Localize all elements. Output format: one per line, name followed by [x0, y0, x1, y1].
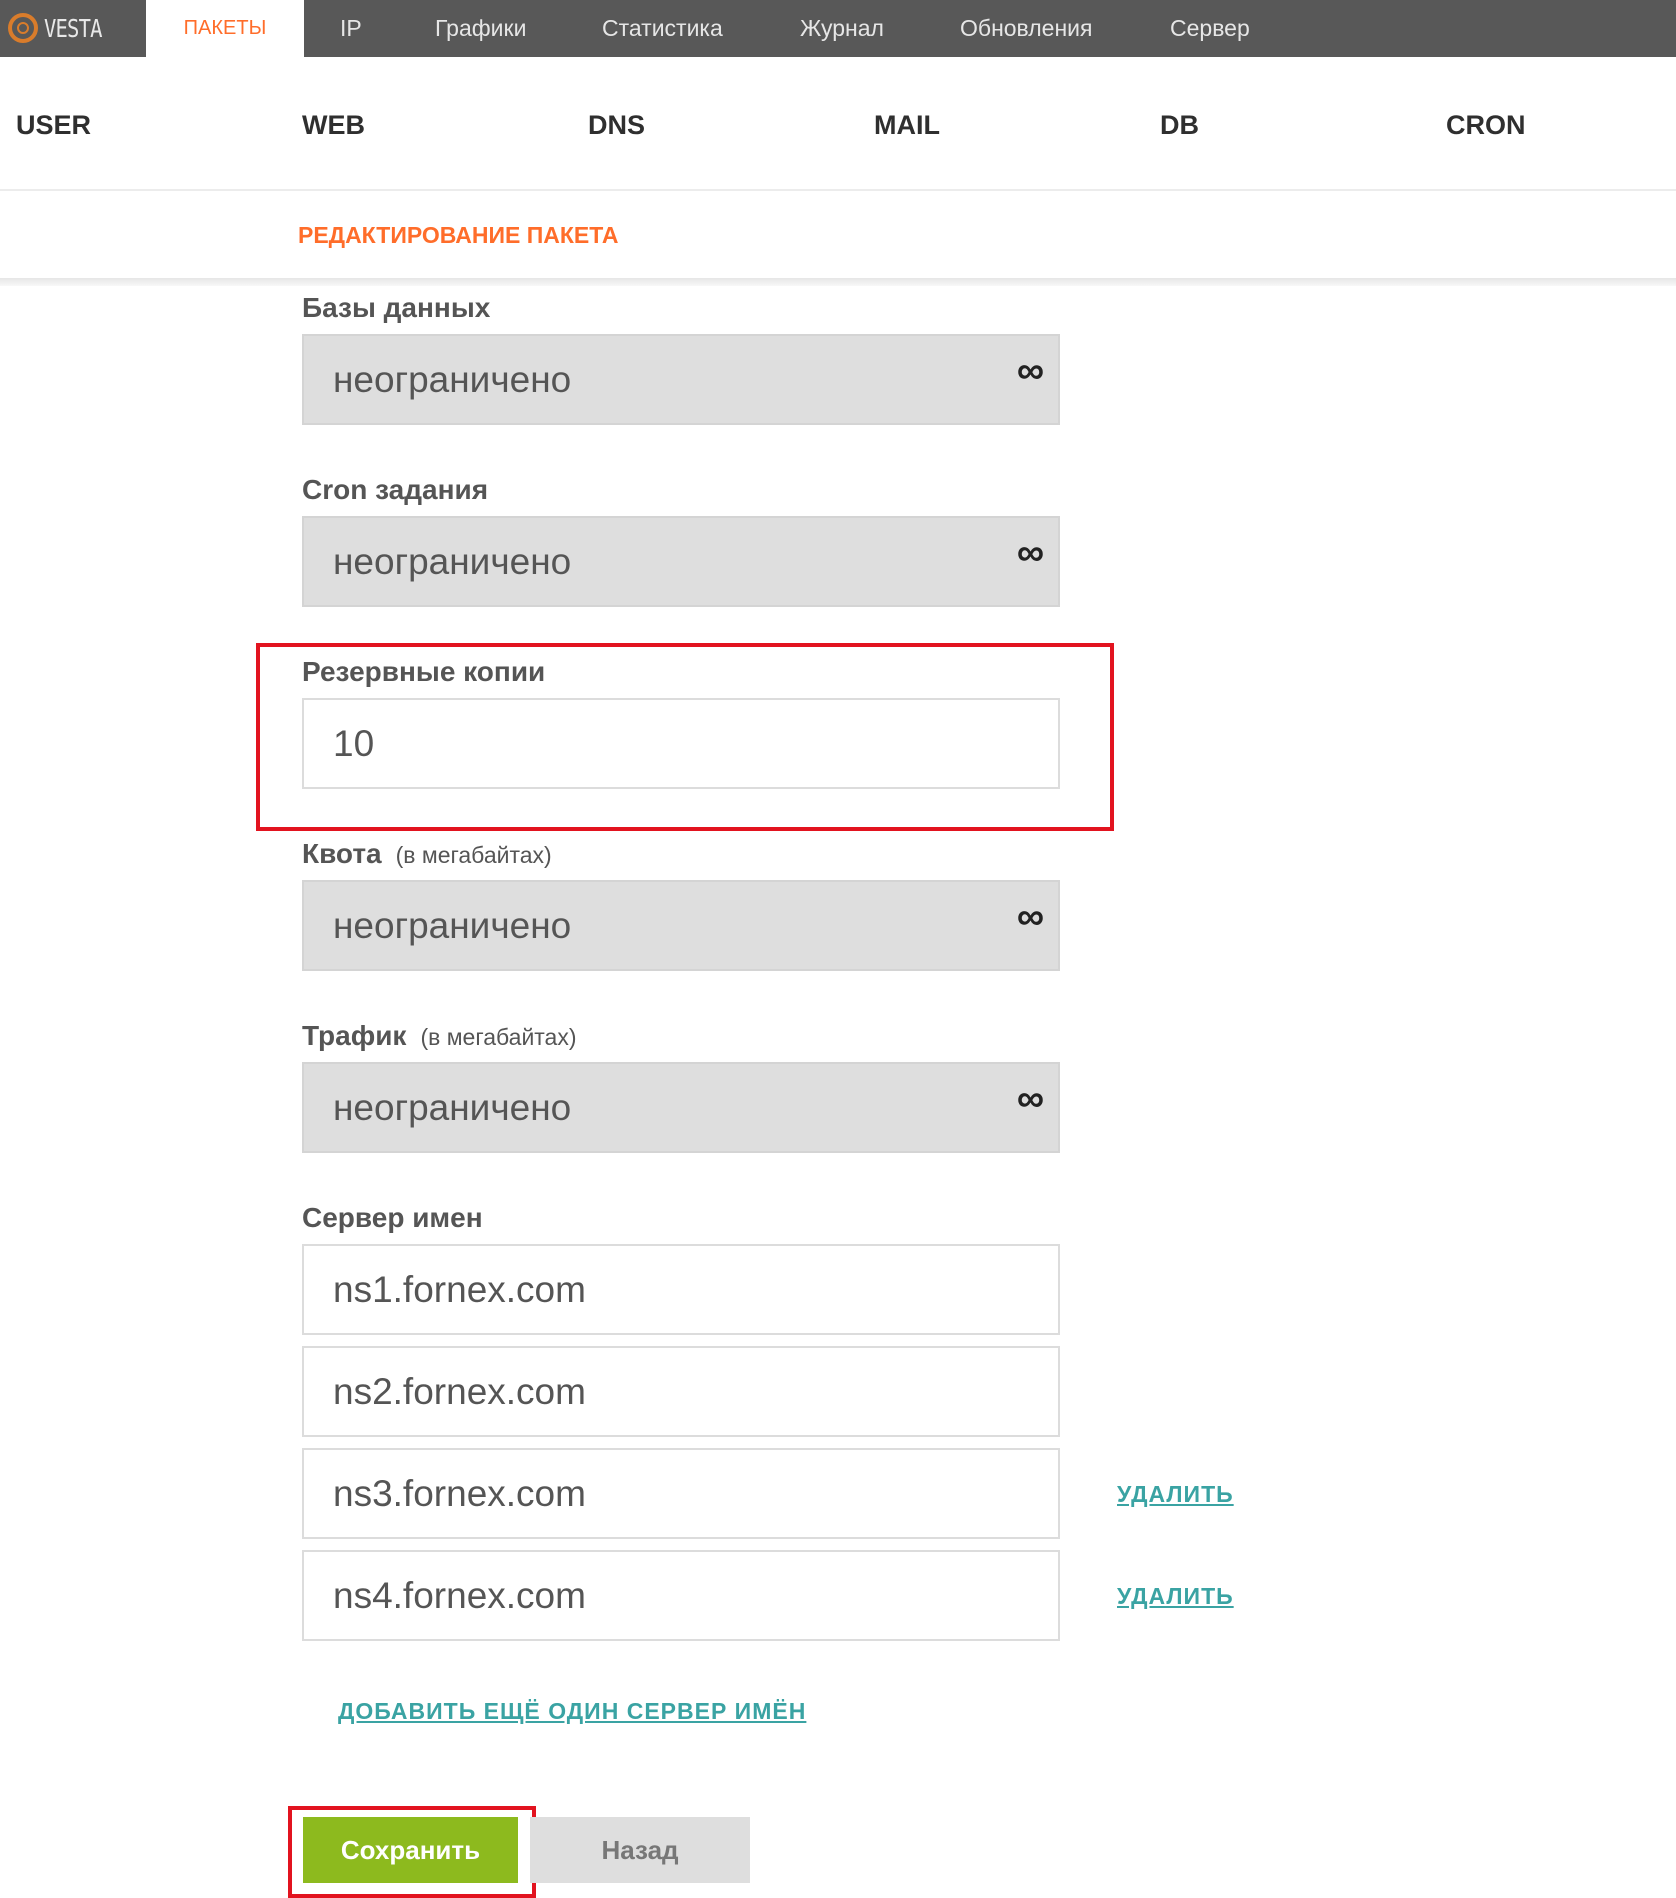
- nameserver-input-1[interactable]: ns1.fornex.com: [302, 1244, 1060, 1335]
- subnav-web[interactable]: WEB: [302, 110, 365, 141]
- save-button[interactable]: Сохранить: [303, 1817, 518, 1883]
- cron-field[interactable]: неограничено ∞: [302, 516, 1060, 607]
- nameserver-value: ns4.fornex.com: [333, 1574, 586, 1616]
- quota-hint: (в мегабайтах): [395, 842, 552, 868]
- unlimited-icon[interactable]: ∞: [1017, 532, 1044, 575]
- unlimited-icon[interactable]: ∞: [1017, 350, 1044, 393]
- unlimited-icon[interactable]: ∞: [1017, 896, 1044, 939]
- vesta-logo[interactable]: VESTA: [8, 8, 114, 48]
- subnav-user[interactable]: USER: [16, 110, 91, 141]
- cron-label: Cron задания: [302, 474, 489, 505]
- quota-field[interactable]: неограничено ∞: [302, 880, 1060, 971]
- top-bar: VESTA ПАКЕТЫ IP Графики Статистика Журна…: [0, 0, 1676, 57]
- remove-nameserver-4-link[interactable]: УДАЛИТЬ: [1117, 1583, 1234, 1610]
- traffic-field[interactable]: неограничено ∞: [302, 1062, 1060, 1153]
- remove-nameserver-3-link[interactable]: УДАЛИТЬ: [1117, 1481, 1234, 1508]
- databases-value: неограничено: [333, 358, 572, 400]
- nav-ip[interactable]: IP: [340, 0, 362, 57]
- nameserver-input-3[interactable]: ns3.fornex.com: [302, 1448, 1060, 1539]
- subnav-cron[interactable]: CRON: [1446, 110, 1526, 141]
- nav-server[interactable]: Сервер: [1170, 0, 1250, 57]
- quota-value: неограничено: [333, 904, 572, 946]
- subnav-divider: [0, 189, 1676, 191]
- nameserver-input-2[interactable]: ns2.fornex.com: [302, 1346, 1060, 1437]
- nav-packages[interactable]: ПАКЕТЫ: [146, 0, 304, 57]
- traffic-hint: (в мегабайтах): [420, 1024, 577, 1050]
- nameserver-input-4[interactable]: ns4.fornex.com: [302, 1550, 1060, 1641]
- logo-text: VESTA: [44, 13, 102, 43]
- nameserver-value: ns2.fornex.com: [333, 1370, 586, 1412]
- subnav-dns[interactable]: DNS: [588, 110, 645, 141]
- traffic-label-text: Трафик: [302, 1020, 407, 1051]
- backups-field[interactable]: 10: [302, 698, 1060, 789]
- traffic-value: неограничено: [333, 1086, 572, 1128]
- nameserver-value: ns3.fornex.com: [333, 1472, 586, 1514]
- unlimited-icon[interactable]: ∞: [1017, 1078, 1044, 1121]
- databases-field[interactable]: неограничено ∞: [302, 334, 1060, 425]
- traffic-label: Трафик (в мегабайтах): [302, 1020, 577, 1052]
- vesta-logo-icon: [8, 13, 38, 43]
- nav-updates[interactable]: Обновления: [960, 0, 1092, 57]
- subnav-mail[interactable]: MAIL: [874, 110, 940, 141]
- nav-statistics[interactable]: Статистика: [602, 0, 723, 57]
- cron-value: неограничено: [333, 540, 572, 582]
- backups-label: Резервные копии: [302, 656, 546, 687]
- nameservers-label: Сервер имен: [302, 1202, 483, 1233]
- nav-graphs[interactable]: Графики: [435, 0, 526, 57]
- header-shadow: [0, 278, 1676, 286]
- nav-log[interactable]: Журнал: [800, 0, 884, 57]
- nameserver-value: ns1.fornex.com: [333, 1268, 586, 1310]
- back-button[interactable]: Назад: [530, 1817, 750, 1883]
- quota-label-text: Квота: [302, 838, 382, 869]
- databases-label: Базы данных: [302, 292, 491, 323]
- add-nameserver-link[interactable]: ДОБАВИТЬ ЕЩЁ ОДИН СЕРВЕР ИМЁН: [338, 1698, 806, 1725]
- page-title: РЕДАКТИРОВАНИЕ ПАКЕТА: [298, 222, 619, 248]
- quota-label: Квота (в мегабайтах): [302, 838, 552, 870]
- subnav-db[interactable]: DB: [1160, 110, 1199, 141]
- backups-value: 10: [333, 722, 375, 764]
